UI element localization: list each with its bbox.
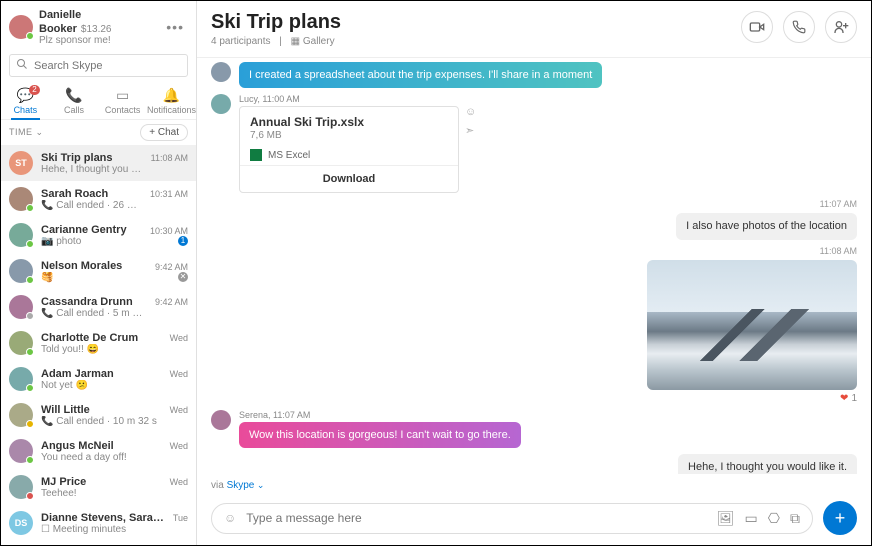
list-item[interactable]: Sarah Roach📞 Call ended · 26 m 23 s10:31… bbox=[1, 181, 196, 217]
search-input[interactable] bbox=[34, 60, 181, 72]
sidebar: Danielle Booker$13.26 Plz sponsor me! ••… bbox=[1, 1, 197, 545]
audio-call-button[interactable] bbox=[783, 11, 815, 43]
avatar bbox=[211, 410, 231, 430]
gallery-link[interactable]: ▦ Gallery bbox=[291, 36, 335, 47]
photo-attachment[interactable] bbox=[647, 260, 857, 390]
message: I created a spreadsheet about the trip e… bbox=[211, 62, 857, 88]
avatar bbox=[9, 403, 33, 427]
file-attachment[interactable]: Annual Ski Trip.xslx 7,6 MB MS Excel Dow… bbox=[239, 106, 459, 193]
section-label[interactable]: TIME bbox=[9, 127, 44, 138]
unread-badge: 1 bbox=[178, 236, 188, 246]
tab-contacts[interactable]: ▭Contacts bbox=[98, 81, 147, 119]
message: Hehe, I thought you would like it. bbox=[211, 454, 857, 474]
add-participant-button[interactable] bbox=[825, 11, 857, 43]
video-call-button[interactable] bbox=[741, 11, 773, 43]
tab-chats[interactable]: 💬2 Chats bbox=[1, 81, 50, 119]
location-icon[interactable]: ⎔ bbox=[768, 510, 780, 527]
file-name: Annual Ski Trip.xslx bbox=[250, 115, 448, 129]
list-item[interactable]: Nelson Morales🥞9:42 AM✕ bbox=[1, 253, 196, 289]
avatar: DS bbox=[9, 511, 33, 535]
avatar bbox=[9, 295, 33, 319]
new-chat-button[interactable]: Chat bbox=[140, 124, 188, 141]
chats-badge: 2 bbox=[29, 85, 39, 95]
avatar bbox=[9, 187, 33, 211]
heart-icon: ❤ bbox=[840, 393, 848, 404]
message: Lucy, 11:00 AM Annual Ski Trip.xslx 7,6 … bbox=[211, 94, 857, 193]
main: Ski Trip plans 4 participants | ▦ Galler… bbox=[197, 1, 871, 545]
profile-row[interactable]: Danielle Booker$13.26 Plz sponsor me! ••… bbox=[1, 1, 196, 52]
message-bubble: Hehe, I thought you would like it. bbox=[678, 454, 857, 474]
avatar bbox=[211, 94, 231, 114]
message-bubble: Wow this location is gorgeous! I can't w… bbox=[239, 422, 521, 448]
excel-icon bbox=[250, 149, 262, 161]
timestamp: 11:08 AM bbox=[211, 246, 857, 256]
list-item[interactable]: Carianne Gentry📷 photo10:30 AM1 bbox=[1, 217, 196, 253]
message: Serena, 11:07 AM Wow this location is go… bbox=[211, 410, 857, 448]
reaction[interactable]: ❤1 bbox=[840, 393, 857, 404]
avatar bbox=[9, 475, 33, 499]
compose-box[interactable]: ☺ 🖼 ▭ ⎔ ⧉ bbox=[211, 503, 813, 534]
plus-button[interactable]: + bbox=[823, 501, 857, 535]
chat-header: Ski Trip plans 4 participants | ▦ Galler… bbox=[197, 1, 871, 58]
list-item[interactable]: DSDianne Stevens, Sarah Roach☐ Meeting m… bbox=[1, 505, 196, 541]
more-icon[interactable]: ••• bbox=[162, 15, 188, 39]
phone-icon: 📞 bbox=[50, 87, 99, 104]
list-item[interactable]: Will Little📞 Call ended · 10 m 32 sWed bbox=[1, 397, 196, 433]
emoji-react-icon[interactable]: ☺ bbox=[465, 106, 476, 118]
contacts-icon: ▭ bbox=[98, 87, 147, 104]
via-row: via Skype bbox=[197, 474, 871, 491]
list-item[interactable]: STSki Trip plansHehe, I thought you woul… bbox=[1, 145, 196, 181]
search-box[interactable] bbox=[9, 54, 188, 77]
list-item[interactable]: Cassandra Drunn📞 Call ended · 5 m 47 s9:… bbox=[1, 289, 196, 325]
avatar bbox=[9, 367, 33, 391]
video-msg-icon[interactable]: ⧉ bbox=[790, 510, 800, 527]
avatar bbox=[9, 331, 33, 355]
participants-count[interactable]: 4 participants bbox=[211, 36, 270, 47]
message-bubble: I also have photos of the location bbox=[676, 213, 857, 239]
message: I also have photos of the location bbox=[211, 213, 857, 239]
image-icon[interactable]: 🖼 bbox=[717, 510, 735, 527]
avatar bbox=[9, 439, 33, 463]
list-item[interactable]: Angus McNeilYou need a day off!Wed bbox=[1, 433, 196, 469]
timestamp: 11:07 AM bbox=[211, 199, 857, 209]
conversation-list: STSki Trip plansHehe, I thought you woul… bbox=[1, 145, 196, 545]
message-bubble: I created a spreadsheet about the trip e… bbox=[239, 62, 602, 88]
list-item[interactable]: Adam JarmanNot yet 😕Wed bbox=[1, 361, 196, 397]
message-input[interactable] bbox=[246, 511, 706, 525]
avatar: ST bbox=[9, 151, 33, 175]
chat-icon: 💬2 bbox=[1, 87, 50, 104]
message: ❤1 bbox=[211, 260, 857, 404]
profile-name: Danielle Booker bbox=[39, 9, 81, 35]
card-icon[interactable]: ▭ bbox=[745, 510, 758, 527]
bell-icon: 🔔 bbox=[147, 87, 196, 104]
chat-title: Ski Trip plans bbox=[211, 11, 741, 34]
profile-credit: $13.26 bbox=[81, 24, 112, 35]
list-item[interactable]: MJ PriceTeehee!Wed bbox=[1, 469, 196, 505]
message-list: I created a spreadsheet about the trip e… bbox=[197, 58, 871, 474]
avatar bbox=[9, 15, 33, 39]
avatar bbox=[9, 223, 33, 247]
tab-notifications[interactable]: 🔔Notifications bbox=[147, 81, 196, 119]
emoji-icon[interactable]: ☺ bbox=[224, 511, 236, 525]
via-link[interactable]: Skype bbox=[227, 480, 265, 491]
avatar bbox=[9, 259, 33, 283]
nav-tabs: 💬2 Chats 📞Calls ▭Contacts 🔔Notifications bbox=[1, 81, 196, 120]
profile-status: Plz sponsor me! bbox=[39, 35, 156, 46]
tab-calls[interactable]: 📞Calls bbox=[50, 81, 99, 119]
list-item[interactable]: Charlotte De CrumTold you!! 😄Wed bbox=[1, 325, 196, 361]
composer: ☺ 🖼 ▭ ⎔ ⧉ + bbox=[197, 491, 871, 545]
file-size: 7,6 MB bbox=[250, 130, 448, 141]
download-button[interactable]: Download bbox=[240, 165, 458, 192]
list-item[interactable]: Suki Beach📞 Call ended · 27 m 29 sTue bbox=[1, 541, 196, 545]
search-icon bbox=[16, 58, 28, 73]
mute-badge: ✕ bbox=[178, 272, 188, 282]
avatar bbox=[211, 62, 231, 82]
forward-icon[interactable]: ➣ bbox=[465, 124, 476, 137]
